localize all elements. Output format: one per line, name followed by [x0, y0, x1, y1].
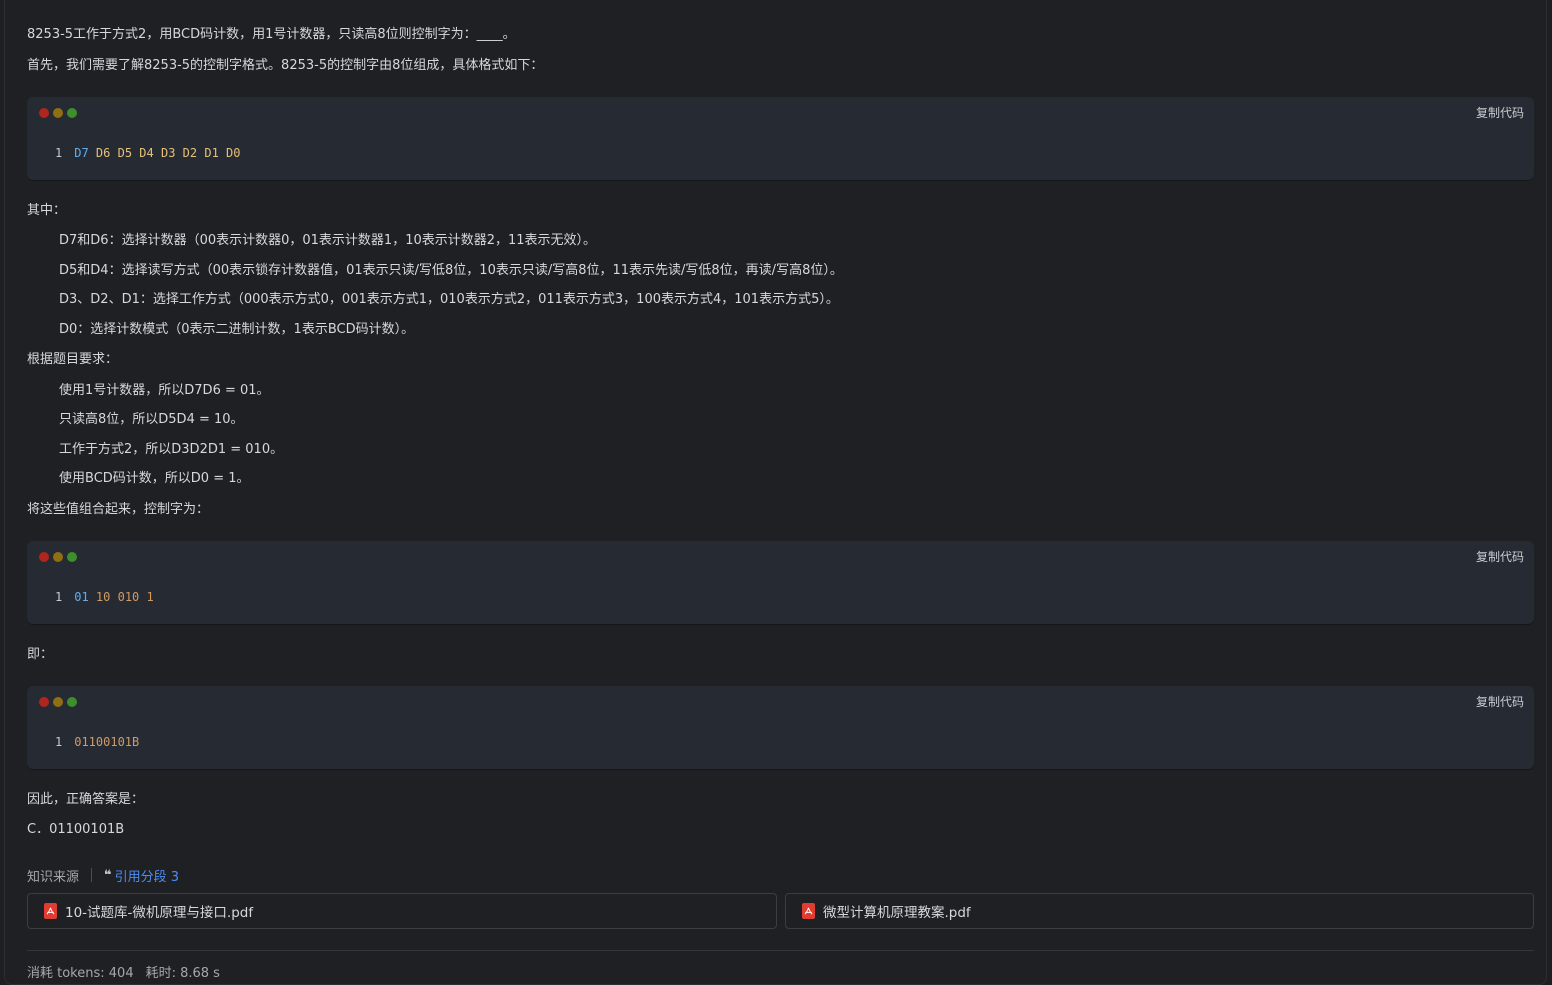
yellow-dot-icon	[53, 108, 63, 118]
code-token: 010	[117, 590, 140, 604]
code-token: D5	[117, 146, 133, 160]
knowledge-source-row: 知识来源 ❝ 引用分段 3	[27, 866, 179, 885]
where-item: D3、D2、D1：选择工作方式（000表示方式0，001表示方式1，010表示方…	[59, 292, 839, 307]
line-number: 1	[55, 590, 63, 604]
conclusion-label: 因此，正确答案是：	[27, 792, 145, 807]
pdf-icon	[802, 903, 815, 919]
requirement-label: 根据题目要求：	[27, 352, 119, 367]
question-text: 8253-5工作于方式2，用BCD码计数，用1号计数器，只读高8位则控制字为：_…	[27, 27, 516, 42]
where-item: D0：选择计数模式（0表示二进制计数，1表示BCD码计数）。	[59, 322, 415, 337]
file-name: 微型计算机原理教案.pdf	[823, 905, 971, 921]
requirement-item: 使用1号计数器，所以D7D6 = 01。	[59, 383, 270, 398]
red-dot-icon	[39, 552, 49, 562]
source-file-card[interactable]: 10-试题库-微机原理与接口.pdf	[27, 893, 777, 929]
answer-panel: 8253-5工作于方式2，用BCD码计数，用1号计数器，只读高8位则控制字为：_…	[4, 0, 1547, 985]
code-token: D4	[139, 146, 154, 160]
line-number: 1	[55, 735, 63, 749]
copy-code-button[interactable]: 复制代码	[1476, 105, 1524, 121]
where-item: D7和D6：选择计数器（00表示计数器0，01表示计数器1，10表示计数器2，1…	[59, 233, 597, 248]
usage-stats: 消耗 tokens: 404 耗时: 8.68 s	[27, 965, 220, 983]
code-token: D6	[95, 146, 111, 160]
source-file-card[interactable]: 微型计算机原理教案.pdf	[785, 893, 1534, 929]
code-tokens: D7 D6 D5 D4 D3 D2 D1 D0	[74, 146, 240, 160]
footer-divider	[27, 950, 1534, 951]
code-tokens: 01 10 010 1	[74, 590, 154, 604]
file-name: 10-试题库-微机原理与接口.pdf	[65, 905, 254, 921]
code-token: 01	[74, 590, 89, 604]
window-dots	[39, 697, 77, 707]
green-dot-icon	[67, 108, 77, 118]
line-number: 1	[55, 146, 63, 160]
code-token: 01100101B	[74, 735, 140, 749]
token-count: 消耗 tokens: 404	[27, 966, 134, 981]
code-token: D3	[160, 146, 176, 160]
code-line: 1 01 10 010 1	[55, 589, 154, 605]
code-line: 1 01100101B	[55, 734, 139, 750]
code-token: D2	[182, 146, 198, 160]
red-dot-icon	[39, 697, 49, 707]
elapsed-time: 耗时: 8.68 s	[145, 966, 220, 981]
window-dots	[39, 552, 77, 562]
divider	[91, 868, 93, 882]
where-label: 其中：	[27, 203, 67, 218]
requirement-item: 使用BCD码计数，所以D0 = 1。	[59, 471, 250, 486]
code-token: 1	[146, 590, 154, 604]
code-block-combined: 复制代码 1 01 10 010 1	[27, 541, 1534, 624]
yellow-dot-icon	[53, 552, 63, 562]
combine-label: 将这些值组合起来，控制字为：	[27, 502, 210, 517]
quote-icon: ❝	[104, 867, 112, 883]
code-token: 10	[95, 590, 111, 604]
pdf-icon	[44, 903, 57, 919]
code-token: D7	[74, 146, 89, 160]
code-block-format: 复制代码 1 D7 D6 D5 D4 D3 D2 D1 D0	[27, 97, 1534, 180]
intro-text: 首先，我们需要了解8253-5的控制字格式。8253-5的控制字由8位组成，具体…	[27, 58, 544, 73]
window-dots	[39, 108, 77, 118]
where-item: D5和D4：选择读写方式（00表示锁存计数器值，01表示只读/写低8位，10表示…	[59, 263, 843, 278]
final-answer: C．01100101B	[27, 822, 125, 837]
red-dot-icon	[39, 108, 49, 118]
cite-segment-link[interactable]: 引用分段 3	[115, 866, 179, 885]
code-line: 1 D7 D6 D5 D4 D3 D2 D1 D0	[55, 145, 241, 161]
green-dot-icon	[67, 697, 77, 707]
ie-label: 即：	[27, 647, 54, 662]
requirement-item: 工作于方式2，所以D3D2D1 = 010。	[59, 442, 284, 457]
yellow-dot-icon	[53, 697, 63, 707]
code-tokens: 01100101B	[74, 735, 139, 749]
copy-code-button[interactable]: 复制代码	[1476, 549, 1524, 565]
copy-code-button[interactable]: 复制代码	[1476, 694, 1524, 710]
green-dot-icon	[67, 552, 77, 562]
knowledge-source-label: 知识来源	[27, 869, 80, 885]
code-block-binary: 复制代码 1 01100101B	[27, 686, 1534, 769]
code-token: D1	[204, 146, 219, 160]
code-token: D0	[226, 146, 241, 160]
requirement-item: 只读高8位，所以D5D4 = 10。	[59, 412, 244, 427]
